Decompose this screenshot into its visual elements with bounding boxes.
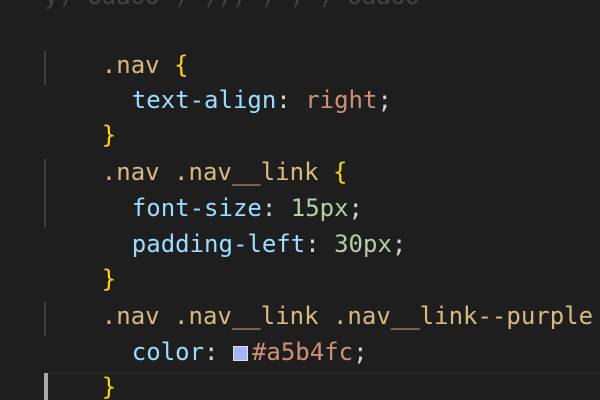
css-property: color bbox=[131, 338, 205, 366]
colon: : bbox=[204, 338, 219, 366]
colon: : bbox=[305, 230, 320, 258]
css-property: padding-left bbox=[131, 230, 306, 258]
color-swatch[interactable] bbox=[232, 346, 248, 361]
code-line[interactable]: .nav { bbox=[44, 14, 189, 79]
semicolon: ; bbox=[391, 230, 407, 258]
code-line[interactable]: } bbox=[44, 336, 116, 400]
code-line[interactable]: font-size: 15px; bbox=[44, 157, 363, 222]
current-line-highlight bbox=[44, 373, 600, 400]
colon: : bbox=[276, 86, 291, 114]
code-line[interactable]: } bbox=[44, 84, 116, 149]
css-property: text-align bbox=[131, 86, 277, 114]
code-line[interactable]: text-align: right; bbox=[44, 49, 392, 114]
code-editor[interactable]: y) oaaoo ) ))) ) ) ) oaaoo .nav { text-a… bbox=[0, 0, 600, 400]
code-line[interactable]: color: #a5b4fc; bbox=[44, 301, 368, 366]
code-line[interactable]: .nav .nav__link .nav__link--purple { bbox=[44, 265, 600, 330]
code-line[interactable]: .nav .nav__link { bbox=[44, 121, 348, 186]
css-value: #a5b4fc bbox=[251, 338, 354, 366]
css-value: right bbox=[305, 86, 378, 114]
text-cursor bbox=[44, 373, 48, 400]
semicolon: ; bbox=[353, 338, 368, 366]
css-value: 30px bbox=[334, 230, 392, 258]
clipped-code-line: y) oaaoo ) ))) ) ) ) oaaoo bbox=[44, 0, 420, 13]
semicolon: ; bbox=[377, 86, 392, 114]
code-line[interactable]: padding-left: 30px; bbox=[44, 193, 407, 258]
code-line[interactable]: } bbox=[44, 228, 116, 293]
